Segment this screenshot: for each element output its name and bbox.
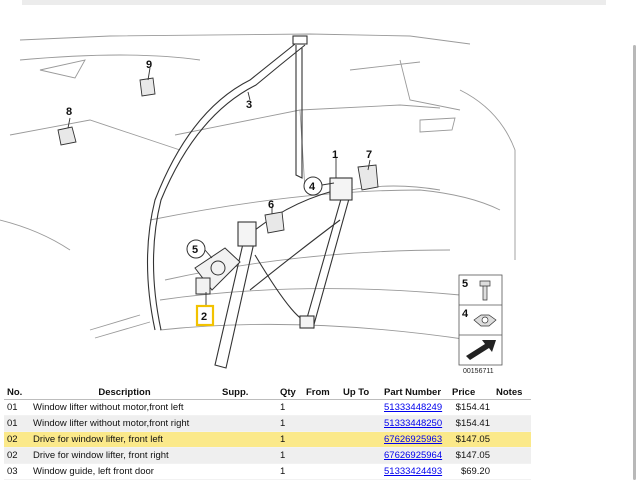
- table-header-row: No. Description Supp. Qty From Up To Par…: [4, 385, 531, 400]
- fastener-legend: 5 4: [458, 274, 503, 366]
- row-part-number-cell: 51333448249: [381, 399, 449, 416]
- part-number-link[interactable]: 51333424493: [384, 466, 442, 477]
- row-qty: 1: [277, 415, 303, 432]
- legend-label-4: 4: [462, 308, 469, 320]
- row-no: 01: [4, 415, 30, 432]
- row-qty: 1: [277, 447, 303, 464]
- row-price: $69.20: [449, 463, 493, 480]
- header-description: Description: [30, 385, 219, 400]
- callout-9[interactable]: 9: [146, 59, 152, 71]
- row-from: [303, 415, 340, 432]
- row-up-to: [340, 415, 381, 432]
- header-price: Price: [449, 385, 493, 400]
- row-supp: [219, 447, 277, 464]
- row-no: 02: [4, 431, 30, 448]
- row-description: Window guide, left front door: [30, 463, 219, 480]
- row-up-to: [340, 399, 381, 416]
- row-price: $154.41: [449, 415, 493, 432]
- row-supp: [219, 463, 277, 480]
- callout-4[interactable]: 4: [309, 181, 316, 193]
- header-from: From: [303, 385, 340, 400]
- row-part-number-cell: 51333424493: [381, 463, 449, 480]
- row-qty: 1: [277, 431, 303, 448]
- header-part-number: Part Number: [381, 385, 449, 400]
- row-from: [303, 431, 340, 448]
- row-up-to: [340, 431, 381, 448]
- row-description: Drive for window lifter, front left: [30, 431, 219, 448]
- row-qty: 1: [277, 463, 303, 480]
- diagram-image-number: 00156711: [463, 368, 494, 375]
- header-no: No.: [4, 385, 30, 400]
- parts-table: No. Description Supp. Qty From Up To Par…: [4, 385, 531, 480]
- header-supp: Supp.: [219, 385, 277, 400]
- car-body-outline: [0, 33, 516, 341]
- row-part-number-cell: 67626925964: [381, 447, 449, 464]
- table-row[interactable]: 01 Window lifter without motor,front lef…: [4, 399, 531, 416]
- row-notes: [493, 447, 531, 464]
- part-number-link[interactable]: 67626925964: [384, 450, 442, 461]
- top-bar: [22, 0, 606, 5]
- vertical-scrollbar[interactable]: [633, 45, 636, 480]
- callout-6[interactable]: 6: [268, 199, 274, 211]
- callout-5[interactable]: 5: [192, 244, 198, 256]
- row-description: Drive for window lifter, front right: [30, 447, 219, 464]
- table-row[interactable]: 01 Window lifter without motor,front rig…: [4, 415, 531, 432]
- row-notes: [493, 399, 531, 416]
- header-qty: Qty: [277, 385, 303, 400]
- callout-3[interactable]: 3: [246, 99, 252, 111]
- row-supp: [219, 415, 277, 432]
- part-number-link[interactable]: 51333448250: [384, 418, 442, 429]
- callout-7[interactable]: 7: [366, 149, 372, 161]
- callout-8[interactable]: 8: [66, 106, 72, 118]
- part-number-link[interactable]: 67626925963: [384, 434, 442, 445]
- row-price: $147.05: [449, 447, 493, 464]
- row-up-to: [340, 463, 381, 480]
- row-supp: [219, 431, 277, 448]
- header-notes: Notes: [493, 385, 531, 400]
- legend-label-5: 5: [462, 278, 468, 290]
- callout-2[interactable]: 2: [201, 311, 207, 323]
- row-no: 03: [4, 463, 30, 480]
- row-notes: [493, 431, 531, 448]
- row-part-number-cell: 67626925963: [381, 431, 449, 448]
- row-from: [303, 447, 340, 464]
- row-no: 01: [4, 399, 30, 416]
- row-part-number-cell: 51333448250: [381, 415, 449, 432]
- row-from: [303, 399, 340, 416]
- table-row[interactable]: 03 Window guide, left front door 1 51333…: [4, 463, 531, 480]
- table-row[interactable]: 02 Drive for window lifter, front right …: [4, 447, 531, 464]
- row-up-to: [340, 447, 381, 464]
- table-row-highlighted[interactable]: 02 Drive for window lifter, front left 1…: [4, 431, 531, 448]
- row-qty: 1: [277, 399, 303, 416]
- window-lifter-part: [214, 177, 353, 369]
- row-notes: [493, 415, 531, 432]
- row-notes: [493, 463, 531, 480]
- row-supp: [219, 399, 277, 416]
- row-description: Window lifter without motor,front left: [30, 399, 219, 416]
- row-no: 02: [4, 447, 30, 464]
- part-number-link[interactable]: 51333448249: [384, 402, 442, 413]
- header-up-to: Up To: [340, 385, 381, 400]
- row-description: Window lifter without motor,front right: [30, 415, 219, 432]
- row-from: [303, 463, 340, 480]
- parts-diagram: 1 3 6 7 8 9 4 5 2 5 4 00156711: [0, 33, 516, 375]
- callout-1[interactable]: 1: [332, 149, 338, 161]
- row-price: $154.41: [449, 399, 493, 416]
- window-guide-part: [146, 35, 308, 331]
- row-price: $147.05: [449, 431, 493, 448]
